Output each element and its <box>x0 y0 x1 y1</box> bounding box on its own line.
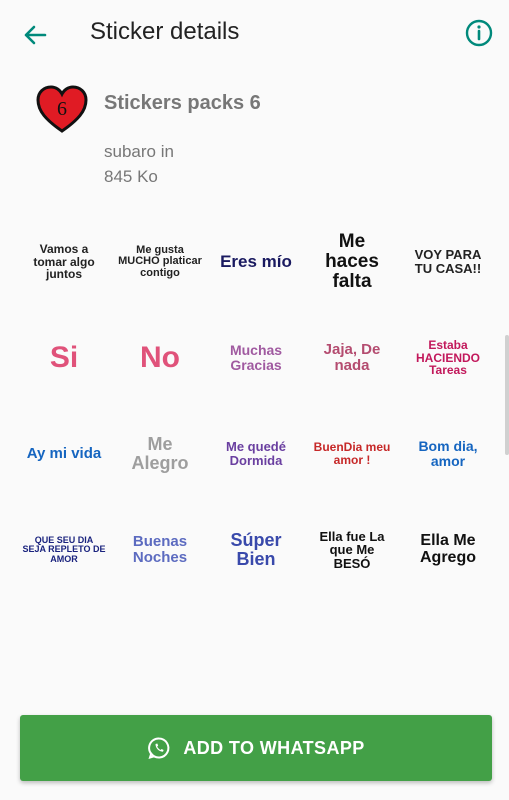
sticker-text: No <box>140 341 180 375</box>
sticker-text: Jaja, De nada <box>323 341 381 374</box>
sticker-grid: Vamos a tomar algo juntos Me gusta MUCHO … <box>20 222 494 590</box>
sticker-text: Estaba HACIENDO Tareas <box>415 338 480 378</box>
sticker-text: Súper Bien <box>230 530 282 569</box>
pack-icon-number: 6 <box>57 98 67 120</box>
sticker-item[interactable]: Ay mi vida <box>20 414 108 494</box>
sticker-item[interactable]: Muchas Gracias <box>212 318 300 398</box>
info-button[interactable] <box>464 18 494 48</box>
arrow-back-icon <box>24 25 47 45</box>
info-icon <box>465 19 493 47</box>
sticker-item[interactable]: BuenDia meu amor ! <box>308 414 396 494</box>
sticker-text: Me quedé Dormida <box>226 439 286 468</box>
sticker-item[interactable]: Me gusta MUCHO platicar contigo <box>116 222 204 302</box>
sticker-text: Muchas Gracias <box>229 342 283 373</box>
sticker-item[interactable]: Vamos a tomar algo juntos <box>20 222 108 302</box>
scrollbar[interactable] <box>505 335 509 455</box>
add-to-whatsapp-button[interactable]: ADD TO WHATSAPP <box>20 715 492 781</box>
sticker-item[interactable]: QUE SEU DIA SEJA REPLETO DE AMOR <box>20 510 108 590</box>
sticker-text: QUE SEU DIA SEJA REPLETO DE AMOR <box>22 534 106 564</box>
sticker-item[interactable]: Ella fue La que Me BESÓ <box>308 510 396 590</box>
sticker-text: Bom dia, amor <box>418 438 478 469</box>
sticker-text: Ay mi vida <box>26 445 102 463</box>
sticker-text: Me haces falta <box>325 231 379 292</box>
sticker-item[interactable]: Buenas Noches <box>116 510 204 590</box>
pack-author: subaro in <box>104 142 174 161</box>
sticker-text: VOY PARA TU CASA!! <box>414 247 482 276</box>
whatsapp-icon <box>148 737 170 759</box>
add-to-whatsapp-label: ADD TO WHATSAPP <box>183 737 365 758</box>
sticker-text: Buenas Noches <box>132 533 188 566</box>
sticker-text: Ella Me Agrego <box>420 532 476 566</box>
sticker-item[interactable]: Súper Bien <box>212 510 300 590</box>
sticker-text: Si <box>49 341 79 375</box>
sticker-item[interactable]: Bom dia, amor <box>404 414 492 494</box>
heart-number-icon: 6 <box>36 85 88 133</box>
page-title: Sticker details <box>90 18 240 45</box>
sticker-item[interactable]: VOY PARA TU CASA!! <box>404 222 492 302</box>
sticker-item[interactable]: Eres mío <box>212 222 300 302</box>
sticker-text: Me Alegro <box>131 434 189 473</box>
sticker-item[interactable]: Me Alegro <box>116 414 204 494</box>
back-button[interactable] <box>18 18 52 52</box>
sticker-item[interactable]: No <box>116 318 204 398</box>
sticker-text: Eres mío <box>220 252 292 272</box>
sticker-text: Ella fue La que Me BESÓ <box>319 528 385 571</box>
pack-name: Stickers packs 6 <box>104 92 261 114</box>
pack-icon: 6 <box>36 84 88 136</box>
sticker-item[interactable]: Me quedé Dormida <box>212 414 300 494</box>
sticker-item[interactable]: Ella Me Agrego <box>404 510 492 590</box>
sticker-text: Me gusta MUCHO platicar contigo <box>118 243 202 279</box>
pack-size: 845 Ko <box>104 167 158 186</box>
sticker-item[interactable]: Si <box>20 318 108 398</box>
sticker-item[interactable]: Jaja, De nada <box>308 318 396 398</box>
app-bar: Sticker details <box>0 0 509 68</box>
sticker-item[interactable]: Me haces falta <box>308 222 396 302</box>
sticker-text: BuenDia meu amor ! <box>313 440 391 467</box>
sticker-text: Vamos a tomar algo juntos <box>33 242 95 282</box>
sticker-item[interactable]: Estaba HACIENDO Tareas <box>404 318 492 398</box>
